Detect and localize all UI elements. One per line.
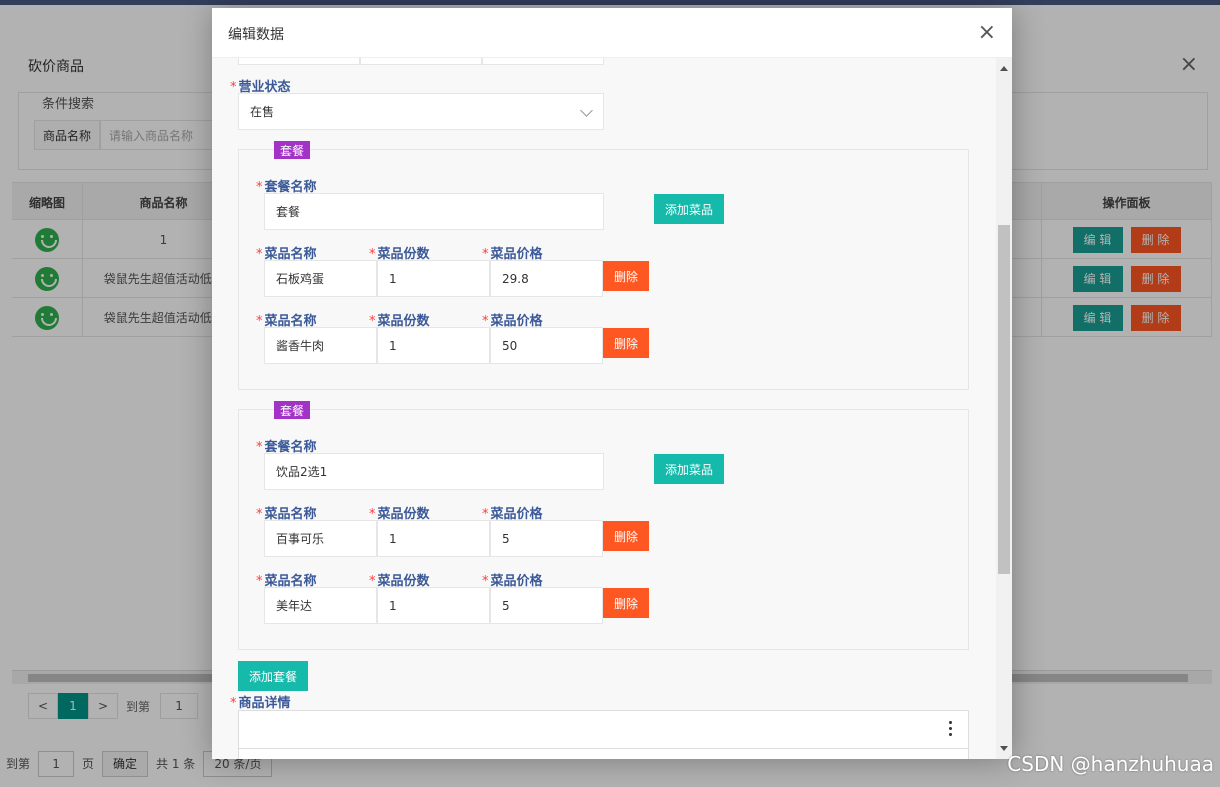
set-tag: 套餐 xyxy=(274,141,311,159)
modal-body: * 营业状态 在售 套餐 * 套餐名称 套餐 添加菜品 * 菜品名称 * 菜品份数 * 菜… xyxy=(212,58,996,759)
detail-editor[interactable] xyxy=(238,710,969,759)
dish-name-input[interactable]: 石板鸡蛋 xyxy=(264,260,377,297)
dish-name-input[interactable]: 酱香牛肉 xyxy=(264,327,377,364)
add-dish-button[interactable]: 添加菜品 xyxy=(654,194,725,224)
dish-name-input[interactable]: 美年达 xyxy=(264,587,377,624)
vertical-scrollbar[interactable] xyxy=(996,58,1012,759)
status-select[interactable]: 在售 xyxy=(238,93,604,130)
dish-price-input[interactable]: 5 xyxy=(490,520,603,557)
delete-dish-button[interactable]: 删除 xyxy=(603,521,649,551)
add-dish-button[interactable]: 添加菜品 xyxy=(654,454,725,484)
delete-dish-button[interactable]: 删除 xyxy=(603,328,649,358)
add-set-button[interactable]: 添加套餐 xyxy=(238,661,309,691)
modal-title: 编辑数据 xyxy=(228,27,284,43)
clipped-input[interactable] xyxy=(360,58,482,65)
chevron-down-icon xyxy=(580,104,593,117)
set-name-input[interactable]: 饮品2选1 xyxy=(264,453,604,490)
editor-toolbar xyxy=(239,711,968,749)
more-icon[interactable] xyxy=(949,721,952,724)
dish-qty-input[interactable]: 1 xyxy=(377,520,490,557)
scroll-down-icon[interactable] xyxy=(1000,746,1008,751)
clipped-input[interactable] xyxy=(482,58,604,65)
dish-price-input[interactable]: 29.8 xyxy=(490,260,603,297)
close-icon[interactable]: × xyxy=(978,20,996,45)
scroll-thumb[interactable] xyxy=(998,225,1010,574)
detail-label: * 商品详情 xyxy=(230,696,291,711)
dish-qty-input[interactable]: 1 xyxy=(377,327,490,364)
modal-header: 编辑数据 × xyxy=(212,8,1012,58)
dish-price-input[interactable]: 5 xyxy=(490,587,603,624)
dish-qty-input[interactable]: 1 xyxy=(377,587,490,624)
dish-price-input[interactable]: 50 xyxy=(490,327,603,364)
set-tag: 套餐 xyxy=(274,401,311,419)
dish-qty-input[interactable]: 1 xyxy=(377,260,490,297)
watermark: CSDN @hanzhuhuaa xyxy=(1007,752,1214,776)
scroll-up-icon[interactable] xyxy=(1000,66,1008,71)
delete-dish-button[interactable]: 删除 xyxy=(603,261,649,291)
clipped-input[interactable] xyxy=(238,58,360,65)
delete-dish-button[interactable]: 删除 xyxy=(603,588,649,618)
edit-data-modal: 编辑数据 × * 营业状态 在售 套餐 * 套餐名称 套餐 添加菜品 * 菜品名称 *… xyxy=(212,8,1012,759)
dish-name-input[interactable]: 百事可乐 xyxy=(264,520,377,557)
set-name-input[interactable]: 套餐 xyxy=(264,193,604,230)
